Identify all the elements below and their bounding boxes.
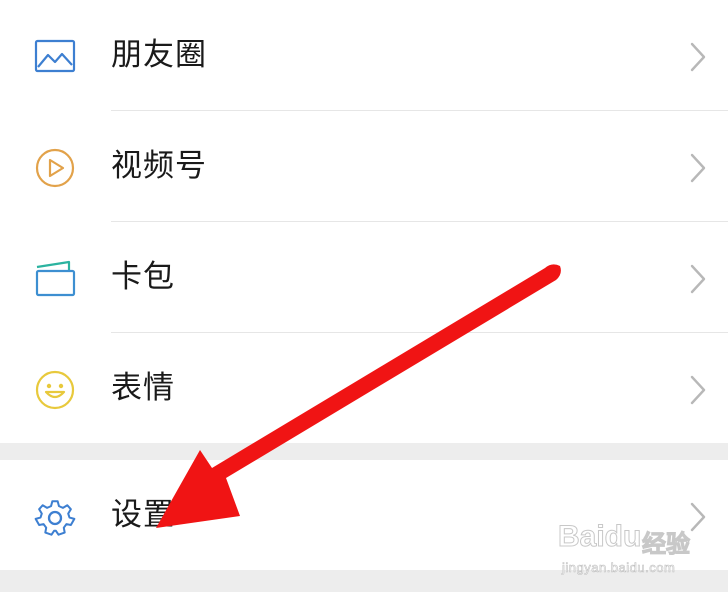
chevron-right-icon (686, 263, 710, 295)
menu-item-settings[interactable]: 设置 (0, 460, 728, 570)
menu-item-label: 设置 (111, 497, 175, 533)
chevron-right-icon (686, 374, 710, 406)
menu-item-label: 朋友圈 (111, 37, 207, 73)
menu-item-label: 卡包 (111, 259, 175, 295)
wechat-me-page: 朋友圈 视频号 卡包 表情 设置 Baidu 经验 jingyan.baidu.… (0, 0, 728, 592)
menu-item-stickers[interactable]: 表情 (0, 333, 728, 443)
chevron-right-icon (686, 152, 710, 184)
card-wallet-icon (33, 257, 77, 301)
menu-item-moments[interactable]: 朋友圈 (0, 0, 728, 110)
menu-item-channels[interactable]: 视频号 (0, 111, 728, 221)
gear-icon (33, 495, 77, 539)
menu-item-label: 表情 (111, 370, 175, 406)
menu-item-label: 视频号 (111, 148, 207, 184)
section-separator (0, 443, 728, 460)
menu-item-card-wallet[interactable]: 卡包 (0, 222, 728, 332)
moments-image-icon (33, 35, 77, 79)
sticker-smiley-icon (33, 368, 77, 412)
chevron-right-icon (686, 41, 710, 73)
channels-play-icon (33, 146, 77, 190)
section-separator (0, 570, 728, 592)
chevron-right-icon (686, 501, 710, 533)
